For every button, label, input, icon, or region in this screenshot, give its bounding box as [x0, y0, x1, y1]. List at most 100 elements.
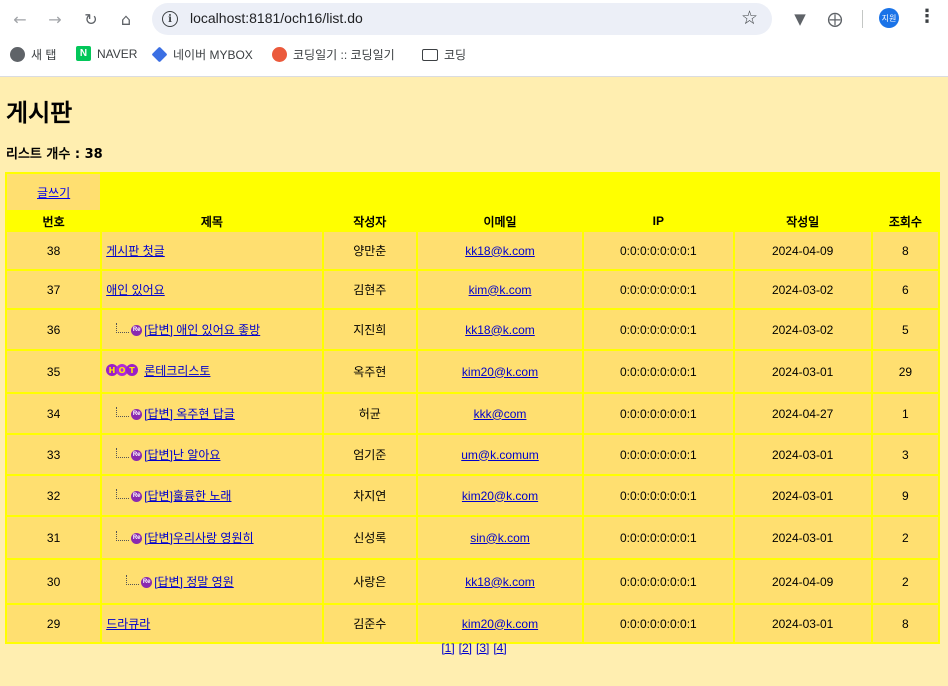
bookmark-naver[interactable]: N NAVER [76, 46, 137, 61]
header-date: 작성일 [734, 212, 871, 230]
cell-subject: Re [답변] 애인 있어요 좋방 [102, 310, 322, 349]
bookmark-new-tab[interactable]: 새 탭 [10, 46, 56, 63]
bookmark-tistory[interactable]: 코딩일기 :: 코딩일기 [272, 46, 395, 63]
page-link[interactable]: [2] [459, 641, 472, 655]
svg-text:O: O [119, 366, 126, 375]
cell-subject: Re [답변] 정말 영원 [102, 560, 322, 603]
reload-icon[interactable]: ↻ [79, 7, 103, 31]
subject-link[interactable]: [답변] 애인 있어요 좋방 [144, 323, 260, 337]
cell-subject: Re [답변] 옥주현 답글 [102, 394, 322, 433]
subject-link[interactable]: 애인 있어요 [106, 283, 165, 297]
bookmark-label: 네이버 MYBOX [173, 48, 253, 62]
email-link[interactable]: sin@k.com [470, 531, 530, 545]
home-icon[interactable]: ⌂ [114, 7, 138, 31]
cell-hits: 8 [872, 605, 938, 642]
header-row: 번호 제목 작성자 이메일 IP 작성일 조회수 [7, 212, 938, 230]
cell-hits: 29 [872, 351, 938, 392]
cell-writer: 김현주 [323, 271, 416, 308]
cell-hits: 6 [872, 271, 938, 308]
table-row: 30 Re [답변] 정말 영원 사랑은 kk18@k.com 0:0:0:0:0:0:0… [7, 560, 938, 603]
bookmark-coding-folder[interactable]: 코딩 [422, 46, 466, 63]
cell-writer: 허균 [323, 394, 416, 433]
cell-subject: 드라큐라 [102, 605, 322, 642]
url-text[interactable]: localhost:8181/och16/list.do [190, 10, 363, 26]
subject-link[interactable]: [답변]우리사랑 영원히 [144, 531, 253, 545]
cell-subject: 게시판 첫글 [102, 232, 322, 269]
cell-ip: 0:0:0:0:0:0:0:1 [584, 435, 733, 474]
browser-toolbar: ← → ↻ ⌂ i localhost:8181/och16/list.do ☆… [0, 0, 948, 38]
subject-link[interactable]: [답변] 옥주현 답글 [144, 407, 235, 421]
extensions-puzzle-icon[interactable]: ⨁ [824, 8, 846, 30]
bookmark-star-icon[interactable]: ☆ [741, 7, 758, 29]
re-icon: Re [131, 409, 143, 421]
cell-hits: 3 [872, 435, 938, 474]
cell-writer: 엄기준 [323, 435, 416, 474]
cell-writer: 신성록 [323, 517, 416, 558]
cell-ip: 0:0:0:0:0:0:0:1 [584, 605, 733, 642]
table-row: 35 H O T 론테크리스토 옥주현 kim20@k.com 0:0:0:0:0:0:0:1… [7, 351, 938, 392]
folder-icon [422, 48, 438, 61]
email-link[interactable]: kkk@com [474, 407, 527, 421]
page-link[interactable]: [4] [493, 641, 506, 655]
bookmark-mybox[interactable]: 네이버 MYBOX [151, 46, 253, 63]
svg-text:T: T [129, 366, 135, 375]
cell-num: 38 [7, 232, 101, 269]
cell-email: kim20@k.com [417, 476, 583, 515]
cell-date: 2024-03-01 [734, 435, 871, 474]
subject-link[interactable]: [답변] 정말 영원 [154, 575, 234, 589]
cell-ip: 0:0:0:0:0:0:0:1 [584, 476, 733, 515]
table-row: 31 Re [답변]우리사랑 영원히 신성록 sin@k.com 0:0:0:0:0:0:… [7, 517, 938, 558]
email-link[interactable]: kk18@k.com [465, 575, 535, 589]
cell-hits: 1 [872, 394, 938, 433]
page-link[interactable]: [3] [476, 641, 489, 655]
cell-writer: 지진희 [323, 310, 416, 349]
cell-writer: 사랑은 [323, 560, 416, 603]
bookmark-label: NAVER [97, 46, 138, 61]
email-link[interactable]: kim20@k.com [462, 617, 538, 631]
cell-email: kkk@com [417, 394, 583, 433]
cell-date: 2024-04-27 [734, 394, 871, 433]
cell-date: 2024-03-02 [734, 271, 871, 308]
naver-icon: N [76, 46, 91, 61]
page-link[interactable]: [1] [441, 641, 454, 655]
globe-icon [10, 47, 25, 62]
site-info-icon[interactable]: i [162, 11, 178, 27]
email-link[interactable]: kim@k.com [469, 283, 532, 297]
cell-num: 29 [7, 605, 101, 642]
re-icon: Re [131, 491, 143, 503]
email-link[interactable]: kk18@k.com [465, 244, 535, 258]
profile-avatar[interactable]: 지원 [879, 8, 899, 28]
reply-tree-icon [126, 574, 140, 585]
reply-tree-icon [116, 488, 130, 499]
cell-ip: 0:0:0:0:0:0:0:1 [584, 271, 733, 308]
back-arrow-icon[interactable]: ← [8, 7, 32, 31]
mybox-icon [151, 46, 168, 63]
cell-date: 2024-03-02 [734, 310, 871, 349]
toolbar-divider [862, 10, 863, 28]
list-count: 리스트 개수 : 38 [6, 147, 103, 162]
subject-link[interactable]: 게시판 첫글 [106, 244, 165, 258]
cell-hits: 9 [872, 476, 938, 515]
cell-writer: 김준수 [323, 605, 416, 642]
cell-num: 31 [7, 517, 101, 558]
email-link[interactable]: kim20@k.com [462, 489, 538, 503]
email-link[interactable]: kim20@k.com [462, 365, 538, 379]
cell-subject: Re [답변]훌륭한 노래 [102, 476, 322, 515]
forward-arrow-icon[interactable]: → [43, 7, 67, 31]
bookmark-label: 새 탭 [31, 48, 57, 62]
pagination: [1] [2] [3] [4] [0, 641, 948, 655]
email-link[interactable]: um@k.comum [461, 448, 539, 462]
header-hits: 조회수 [872, 212, 938, 230]
extension-v-icon[interactable]: ▼ [789, 8, 811, 30]
email-link[interactable]: kk18@k.com [465, 323, 535, 337]
cell-num: 35 [7, 351, 101, 392]
cell-email: kim20@k.com [417, 605, 583, 642]
subject-link[interactable]: [답변]난 알아요 [144, 448, 220, 462]
address-bar[interactable]: i localhost:8181/och16/list.do ☆ [152, 3, 772, 35]
subject-link[interactable]: [답변]훌륭한 노래 [144, 489, 231, 503]
write-button[interactable]: 글쓰기 [37, 186, 70, 200]
reply-tree-icon [116, 447, 130, 458]
browser-menu-icon[interactable]: ⋮ [918, 6, 936, 27]
subject-link[interactable]: 론테크리스토 [144, 364, 210, 378]
subject-link[interactable]: 드라큐라 [106, 617, 150, 631]
